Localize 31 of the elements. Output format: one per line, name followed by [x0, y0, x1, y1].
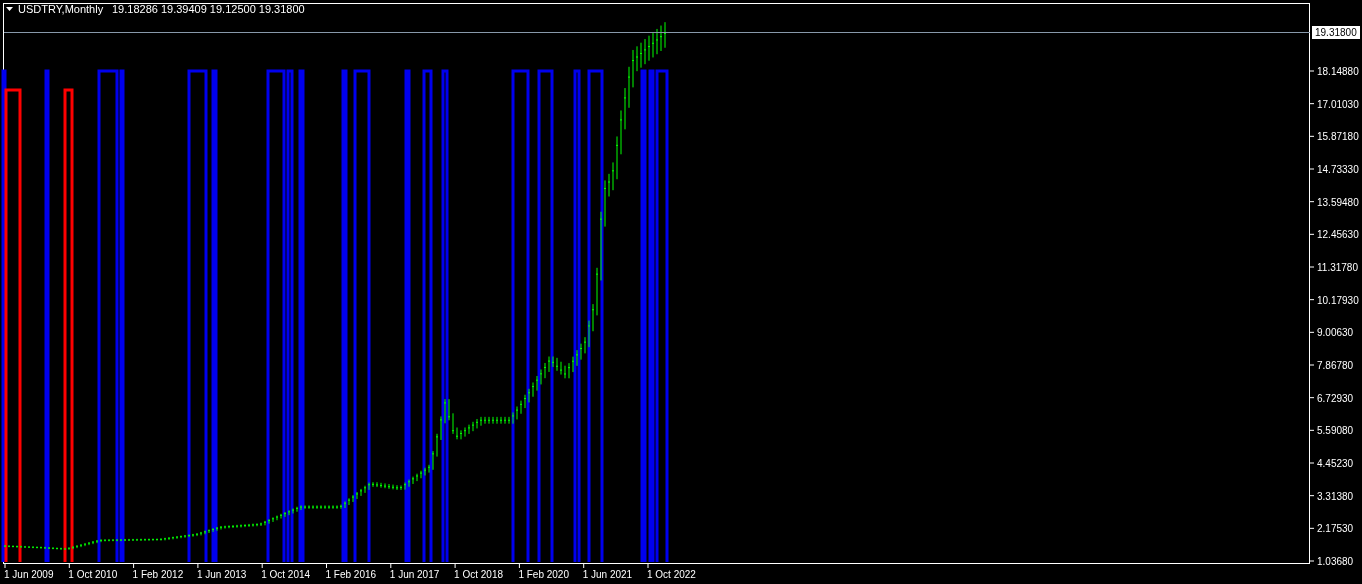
y-axis-label: 7.86780 — [1317, 360, 1354, 371]
x-axis-label: 1 Oct 2014 — [261, 569, 311, 580]
y-axis-label: 4.45230 — [1317, 458, 1354, 469]
y-axis-label: 1.03680 — [1317, 556, 1354, 567]
dropdown-icon[interactable] — [6, 7, 13, 11]
y-axis-label: 11.31780 — [1317, 262, 1358, 273]
y-axis-label: 2.17530 — [1317, 523, 1354, 535]
y-axis-label: 15.87180 — [1317, 131, 1359, 143]
y-axis-label: 3.31380 — [1317, 490, 1354, 502]
y-axis-label: 9.00630 — [1317, 327, 1354, 339]
x-axis-label: 1 Feb 2020 — [518, 569, 569, 580]
y-axis-label: 5.59080 — [1317, 425, 1354, 437]
ohlc-values: 19.18286 19.39409 19.12500 19.31800 — [112, 3, 305, 15]
y-axis-label: 14.73330 — [1317, 164, 1359, 175]
x-axis-label: 1 Feb 2016 — [325, 569, 377, 580]
x-axis-label: 1 Oct 2010 — [68, 569, 118, 580]
y-axis-label: 10.17930 — [1317, 294, 1359, 306]
y-axis-label: 13.59480 — [1317, 196, 1359, 208]
x-axis-label: 1 Oct 2018 — [454, 569, 503, 580]
symbol-label: USDTRY,Monthly — [18, 3, 104, 15]
y-axis-label: 6.72930 — [1317, 392, 1354, 404]
x-axis-label: 1 Oct 2022 — [647, 569, 696, 580]
x-axis-label: 1 Jun 2013 — [196, 569, 247, 580]
y-axis-label: 18.14880 — [1317, 66, 1359, 77]
x-axis-label: 1 Jun 2017 — [389, 569, 440, 580]
x-axis-label: 1 Jun 2021 — [582, 569, 633, 580]
x-axis-label: 1 Feb 2012 — [132, 569, 184, 580]
y-axis-label: 17.01030 — [1317, 98, 1359, 110]
x-axis-label: 1 Jun 2009 — [4, 569, 54, 580]
y-axis-label: 12.45630 — [1317, 229, 1359, 241]
price-label: 19.31800 — [1312, 26, 1360, 39]
